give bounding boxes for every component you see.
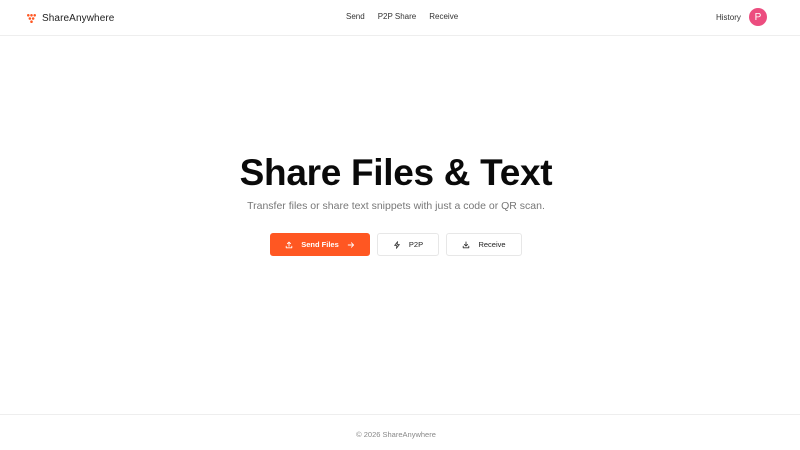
user-avatar[interactable]: P [749, 8, 767, 26]
nav-link-p2p-share[interactable]: P2P Share [378, 12, 417, 24]
lightning-icon [394, 240, 400, 249]
p2p-label: P2P [408, 240, 424, 249]
history-link[interactable]: History [716, 13, 741, 22]
hero-subtitle: Transfer files or share text snippets wi… [247, 200, 545, 212]
arrow-right-icon [347, 241, 354, 248]
p2p-button[interactable]: P2P [377, 233, 439, 256]
main-nav: Send P2P Share Receive [346, 12, 458, 24]
send-files-label: Send Files [301, 240, 339, 249]
brand-name: ShareAnywhere [42, 12, 115, 24]
download-icon [463, 241, 470, 248]
brand-link[interactable]: ShareAnywhere [26, 11, 114, 25]
page: ShareAnywhere Send P2P Share Receive His… [0, 0, 800, 450]
receive-button[interactable]: Receive [446, 233, 522, 256]
footer: © 2026 ShareAnywhere [0, 414, 800, 450]
upload-icon [285, 241, 293, 248]
nav-link-send[interactable]: Send [346, 12, 365, 24]
receive-label: Receive [478, 240, 506, 249]
send-files-button[interactable]: Send Files [270, 233, 370, 256]
hero-actions: Send Files P2P Receive [0, 233, 800, 257]
heart-logo-icon [27, 13, 36, 23]
top-navbar: ShareAnywhere Send P2P Share Receive His… [0, 0, 800, 36]
footer-copyright: © 2026 ShareAnywhere [356, 430, 436, 439]
nav-link-receive[interactable]: Receive [429, 12, 458, 24]
hero-title: Share Files & Text [239, 152, 553, 193]
